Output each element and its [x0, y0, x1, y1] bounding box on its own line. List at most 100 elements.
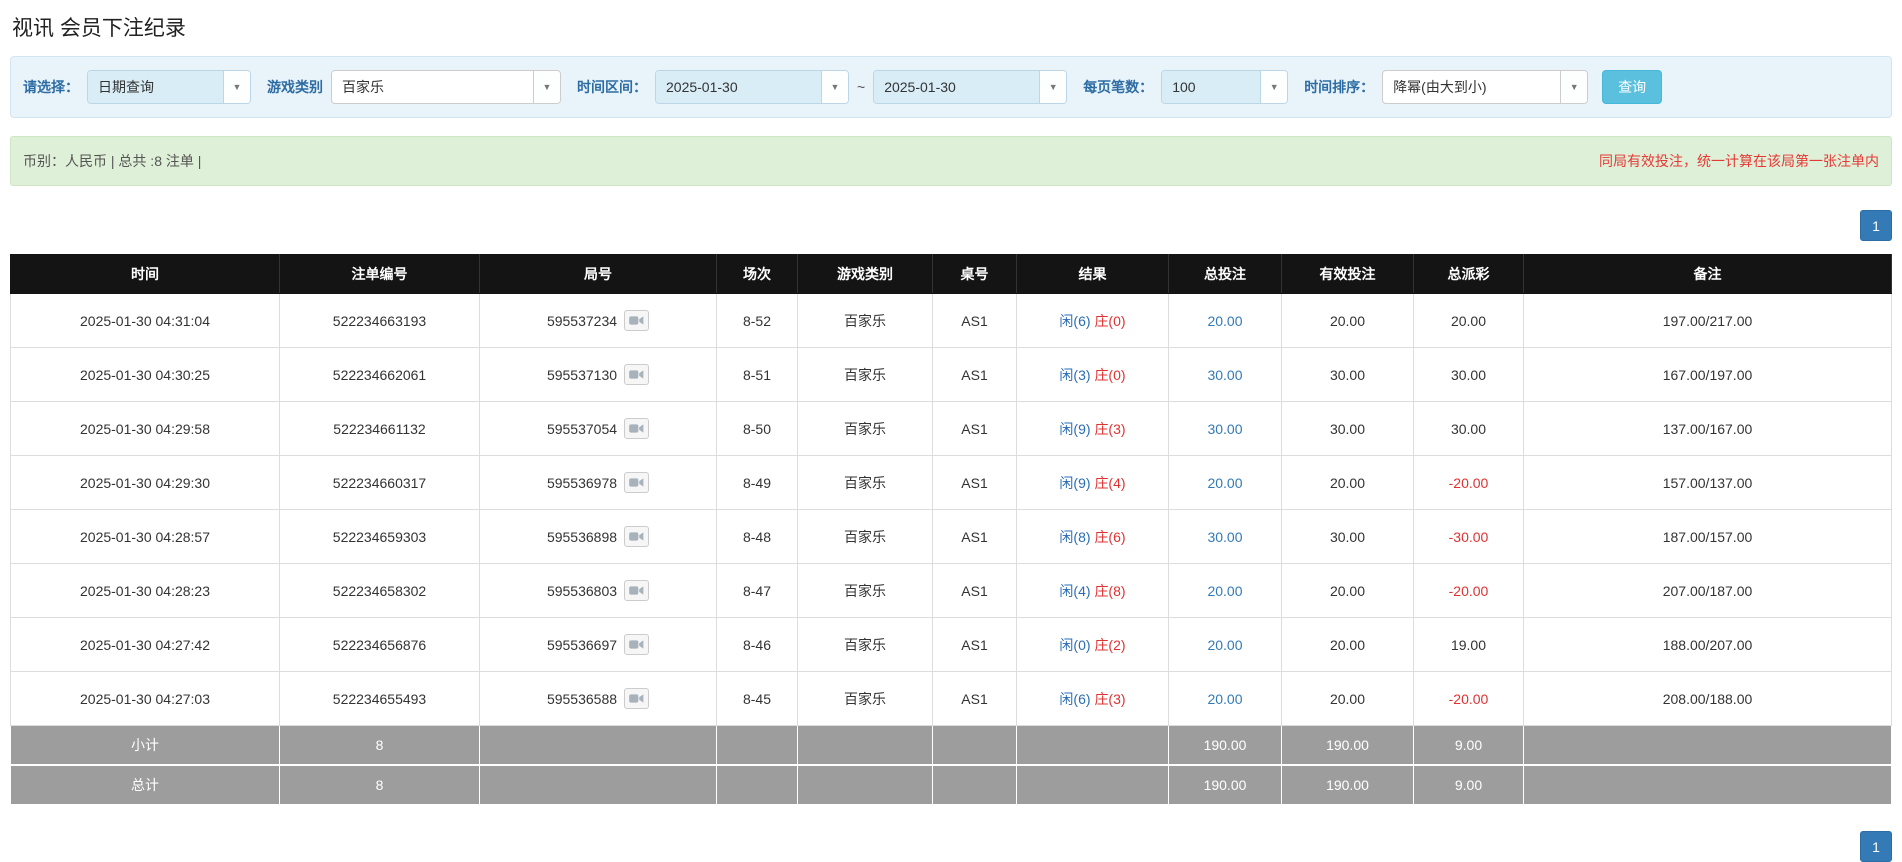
date-to-value: 2025-01-30 — [874, 71, 1040, 103]
col-valid-bet: 有效投注 — [1281, 254, 1414, 294]
cell-game-type: 百家乐 — [797, 401, 933, 456]
bet-records-table: 时间 注单编号 局号 场次 游戏类别 桌号 结果 总投注 有效投注 总派彩 备注… — [10, 254, 1892, 805]
table-row: 2025-01-30 04:29:58 522234661132 5955370… — [10, 401, 1892, 456]
page-button-1[interactable]: 1 — [1860, 831, 1892, 862]
cell-result: 闲(4) 庄(8) — [1016, 563, 1169, 618]
empty-cell — [716, 764, 798, 805]
cell-result: 闲(0) 庄(2) — [1016, 617, 1169, 672]
video-replay-icon[interactable] — [624, 472, 650, 493]
cell-valid-bet: 20.00 — [1281, 671, 1414, 726]
cell-valid-bet: 30.00 — [1281, 347, 1414, 402]
grand-total-valid-bet: 190.00 — [1281, 764, 1414, 805]
grand-total-payout: 9.00 — [1413, 764, 1524, 805]
result-banker: 庄(0) — [1094, 312, 1126, 329]
subtotal-count: 8 — [279, 725, 480, 766]
cell-bet-id: 522234658302 — [279, 563, 480, 618]
cell-result: 闲(8) 庄(6) — [1016, 509, 1169, 564]
empty-cell — [932, 725, 1017, 766]
result-player: 闲(8) — [1059, 528, 1091, 545]
chevron-down-icon[interactable]: ▼ — [223, 71, 250, 103]
payout-value: -20.00 — [1448, 582, 1489, 599]
table-row: 2025-01-30 04:31:04 522234663193 5955372… — [10, 293, 1892, 348]
total-bet-link[interactable]: 30.00 — [1207, 529, 1242, 545]
page-title: 视讯 会员下注纪录 — [12, 17, 186, 40]
payout-value: -30.00 — [1448, 528, 1489, 545]
cell-total-bet: 30.00 — [1168, 401, 1282, 456]
total-bet-link[interactable]: 20.00 — [1207, 637, 1242, 653]
result-banker: 庄(8) — [1094, 582, 1126, 599]
round-id-value: 595536898 — [546, 528, 618, 545]
empty-cell — [1523, 764, 1892, 805]
game-type-select[interactable]: 百家乐 ▼ — [331, 70, 561, 104]
cell-bet-id: 522234659303 — [279, 509, 480, 564]
subtotal-row: 小计 8 190.00 190.00 9.00 — [10, 725, 1892, 766]
cell-payout: -20.00 — [1413, 455, 1524, 510]
cell-note: 137.00/167.00 — [1523, 401, 1892, 456]
total-bet-link[interactable]: 20.00 — [1207, 583, 1242, 599]
date-from-select[interactable]: 2025-01-30 ▼ — [655, 70, 849, 104]
cell-note: 188.00/207.00 — [1523, 617, 1892, 672]
cell-game-type: 百家乐 — [797, 509, 933, 564]
query-type-label: 请选择： — [23, 79, 79, 95]
empty-cell — [479, 764, 717, 805]
cell-round-id: 595537234 — [479, 293, 717, 348]
cell-bet-id: 522234663193 — [279, 293, 480, 348]
cell-valid-bet: 20.00 — [1281, 455, 1414, 510]
cell-valid-bet: 30.00 — [1281, 509, 1414, 564]
col-bet-id: 注单编号 — [279, 254, 480, 294]
video-replay-icon[interactable] — [624, 310, 650, 331]
cell-table-no: AS1 — [932, 347, 1017, 402]
video-replay-icon[interactable] — [624, 364, 650, 385]
cell-session: 8-48 — [716, 509, 798, 564]
chevron-down-icon[interactable]: ▼ — [1260, 71, 1288, 103]
round-id-value: 595537054 — [546, 420, 618, 437]
video-replay-icon[interactable] — [624, 526, 650, 547]
video-replay-icon[interactable] — [624, 418, 650, 439]
payout-value: 19.00 — [1450, 636, 1487, 653]
cell-time: 2025-01-30 04:31:04 — [10, 293, 280, 348]
video-replay-icon[interactable] — [624, 688, 650, 709]
grand-total-row: 总计 8 190.00 190.00 9.00 — [10, 764, 1892, 805]
cell-note: 207.00/187.00 — [1523, 563, 1892, 618]
subtotal-label: 小计 — [10, 725, 280, 766]
grand-total-count: 8 — [279, 764, 480, 805]
round-id-value: 595536978 — [546, 474, 618, 491]
page-button-1[interactable]: 1 — [1860, 210, 1892, 241]
chevron-down-icon[interactable]: ▼ — [821, 71, 848, 103]
cell-round-id: 595536803 — [479, 563, 717, 618]
cell-table-no: AS1 — [932, 617, 1017, 672]
cell-round-id: 595537130 — [479, 347, 717, 402]
total-bet-link[interactable]: 30.00 — [1207, 367, 1242, 383]
cell-table-no: AS1 — [932, 293, 1017, 348]
video-replay-icon[interactable] — [624, 580, 650, 601]
video-replay-icon[interactable] — [624, 634, 650, 655]
total-bet-link[interactable]: 20.00 — [1207, 691, 1242, 707]
chevron-down-icon[interactable]: ▼ — [533, 71, 560, 103]
chevron-down-icon[interactable]: ▼ — [1039, 71, 1067, 103]
col-game-type: 游戏类别 — [797, 254, 933, 294]
cell-note: 167.00/197.00 — [1523, 347, 1892, 402]
subtotal-total-bet: 190.00 — [1168, 725, 1282, 766]
empty-cell — [1016, 764, 1169, 805]
search-button[interactable]: 查询 — [1602, 70, 1663, 104]
col-result: 结果 — [1016, 254, 1169, 294]
per-page-select[interactable]: 100 ▼ — [1161, 70, 1289, 104]
cell-valid-bet: 20.00 — [1281, 563, 1414, 618]
query-type-select[interactable]: 日期查询 ▼ — [87, 70, 251, 104]
chevron-down-icon[interactable]: ▼ — [1560, 71, 1588, 103]
per-page-value: 100 — [1162, 71, 1261, 103]
cell-total-bet: 20.00 — [1168, 563, 1282, 618]
date-to-select[interactable]: 2025-01-30 ▼ — [873, 70, 1068, 104]
cell-payout: 30.00 — [1413, 347, 1524, 402]
total-bet-link[interactable]: 20.00 — [1207, 475, 1242, 491]
cell-game-type: 百家乐 — [797, 671, 933, 726]
empty-cell — [797, 725, 933, 766]
empty-cell — [1016, 725, 1169, 766]
cell-session: 8-45 — [716, 671, 798, 726]
total-bet-link[interactable]: 30.00 — [1207, 421, 1242, 437]
total-bet-link[interactable]: 20.00 — [1207, 313, 1242, 329]
result-banker: 庄(4) — [1094, 474, 1126, 491]
col-note: 备注 — [1523, 254, 1892, 294]
sort-order-select[interactable]: 降幂(由大到小) ▼ — [1382, 70, 1589, 104]
cell-payout: -20.00 — [1413, 563, 1524, 618]
